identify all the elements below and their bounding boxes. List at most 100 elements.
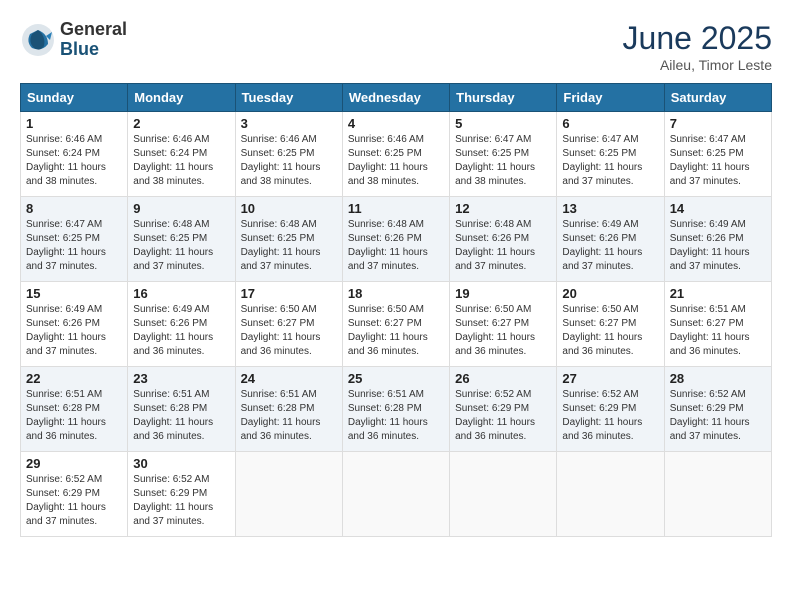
day-info: Sunrise: 6:46 AMSunset: 6:25 PMDaylight:… bbox=[241, 134, 321, 187]
day-number: 3 bbox=[241, 116, 337, 131]
calendar-location: Aileu, Timor Leste bbox=[623, 57, 772, 73]
day-number: 6 bbox=[562, 116, 658, 131]
day-cell: 27Sunrise: 6:52 AMSunset: 6:29 PMDayligh… bbox=[557, 367, 664, 452]
day-info: Sunrise: 6:51 AMSunset: 6:28 PMDaylight:… bbox=[348, 389, 428, 442]
day-number: 12 bbox=[455, 201, 551, 216]
day-cell: 6Sunrise: 6:47 AMSunset: 6:25 PMDaylight… bbox=[557, 112, 664, 197]
week-row-2: 8 Sunrise: 6:47 AMSunset: 6:25 PMDaylight… bbox=[21, 197, 772, 282]
day-number: 22 bbox=[26, 371, 122, 386]
day-info: Sunrise: 6:46 AMSunset: 6:25 PMDaylight:… bbox=[348, 134, 428, 187]
day-cell: 14 Sunrise: 6:49 AMSunset: 6:26 PMDayligh… bbox=[664, 197, 771, 282]
day-number: 28 bbox=[670, 371, 766, 386]
weekday-header-sunday: Sunday bbox=[21, 84, 128, 112]
day-info: Sunrise: 6:52 AMSunset: 6:29 PMDaylight:… bbox=[670, 389, 750, 442]
day-cell: 16 Sunrise: 6:49 AMSunset: 6:26 PMDayligh… bbox=[128, 282, 235, 367]
day-info: Sunrise: 6:49 AMSunset: 6:26 PMDaylight:… bbox=[26, 304, 106, 357]
day-cell: 24 Sunrise: 6:51 AMSunset: 6:28 PMDayligh… bbox=[235, 367, 342, 452]
day-cell bbox=[235, 452, 342, 537]
day-cell: 26 Sunrise: 6:52 AMSunset: 6:29 PMDayligh… bbox=[450, 367, 557, 452]
day-number: 23 bbox=[133, 371, 229, 386]
day-cell: 12 Sunrise: 6:48 AMSunset: 6:26 PMDayligh… bbox=[450, 197, 557, 282]
day-number: 30 bbox=[133, 456, 229, 471]
day-number: 8 bbox=[26, 201, 122, 216]
day-number: 7 bbox=[670, 116, 766, 131]
day-cell bbox=[342, 452, 449, 537]
day-info: Sunrise: 6:48 AMSunset: 6:25 PMDaylight:… bbox=[133, 219, 213, 272]
day-info: Sunrise: 6:52 AMSunset: 6:29 PMDaylight:… bbox=[455, 389, 535, 442]
day-info: Sunrise: 6:46 AMSunset: 6:24 PMDaylight:… bbox=[133, 134, 213, 187]
day-info: Sunrise: 6:51 AMSunset: 6:28 PMDaylight:… bbox=[26, 389, 106, 442]
day-info: Sunrise: 6:50 AMSunset: 6:27 PMDaylight:… bbox=[348, 304, 428, 357]
page-header: General Blue June 2025 Aileu, Timor Lest… bbox=[20, 20, 772, 73]
day-number: 18 bbox=[348, 286, 444, 301]
day-cell: 28 Sunrise: 6:52 AMSunset: 6:29 PMDayligh… bbox=[664, 367, 771, 452]
weekday-header-wednesday: Wednesday bbox=[342, 84, 449, 112]
day-info: Sunrise: 6:47 AMSunset: 6:25 PMDaylight:… bbox=[670, 134, 750, 187]
logo: General Blue bbox=[20, 20, 127, 60]
day-cell: 1 Sunrise: 6:46 AMSunset: 6:24 PMDaylight… bbox=[21, 112, 128, 197]
day-cell: 4Sunrise: 6:46 AMSunset: 6:25 PMDaylight… bbox=[342, 112, 449, 197]
day-info: Sunrise: 6:47 AMSunset: 6:25 PMDaylight:… bbox=[26, 219, 106, 272]
day-number: 15 bbox=[26, 286, 122, 301]
weekday-header-monday: Monday bbox=[128, 84, 235, 112]
day-info: Sunrise: 6:52 AMSunset: 6:29 PMDaylight:… bbox=[133, 474, 213, 527]
day-cell: 20Sunrise: 6:50 AMSunset: 6:27 PMDayligh… bbox=[557, 282, 664, 367]
day-cell: 25 Sunrise: 6:51 AMSunset: 6:28 PMDayligh… bbox=[342, 367, 449, 452]
day-number: 16 bbox=[133, 286, 229, 301]
day-number: 26 bbox=[455, 371, 551, 386]
day-cell: 10Sunrise: 6:48 AMSunset: 6:25 PMDayligh… bbox=[235, 197, 342, 282]
day-info: Sunrise: 6:48 AMSunset: 6:25 PMDaylight:… bbox=[241, 219, 321, 272]
day-cell: 7 Sunrise: 6:47 AMSunset: 6:25 PMDaylight… bbox=[664, 112, 771, 197]
calendar-table: SundayMondayTuesdayWednesdayThursdayFrid… bbox=[20, 83, 772, 537]
weekday-header-saturday: Saturday bbox=[664, 84, 771, 112]
day-cell: 2 Sunrise: 6:46 AMSunset: 6:24 PMDaylight… bbox=[128, 112, 235, 197]
day-number: 29 bbox=[26, 456, 122, 471]
day-number: 20 bbox=[562, 286, 658, 301]
week-row-5: 29 Sunrise: 6:52 AMSunset: 6:29 PMDayligh… bbox=[21, 452, 772, 537]
weekday-header-friday: Friday bbox=[557, 84, 664, 112]
day-number: 1 bbox=[26, 116, 122, 131]
day-number: 19 bbox=[455, 286, 551, 301]
day-info: Sunrise: 6:48 AMSunset: 6:26 PMDaylight:… bbox=[455, 219, 535, 272]
day-number: 21 bbox=[670, 286, 766, 301]
day-cell: 15 Sunrise: 6:49 AMSunset: 6:26 PMDayligh… bbox=[21, 282, 128, 367]
day-info: Sunrise: 6:47 AMSunset: 6:25 PMDaylight:… bbox=[455, 134, 535, 187]
day-number: 9 bbox=[133, 201, 229, 216]
day-number: 14 bbox=[670, 201, 766, 216]
calendar-title: June 2025 bbox=[623, 20, 772, 57]
logo-text: General Blue bbox=[60, 20, 127, 60]
title-block: June 2025 Aileu, Timor Leste bbox=[623, 20, 772, 73]
day-cell: 9 Sunrise: 6:48 AMSunset: 6:25 PMDaylight… bbox=[128, 197, 235, 282]
weekday-header-thursday: Thursday bbox=[450, 84, 557, 112]
day-number: 24 bbox=[241, 371, 337, 386]
day-info: Sunrise: 6:46 AMSunset: 6:24 PMDaylight:… bbox=[26, 134, 106, 187]
day-info: Sunrise: 6:50 AMSunset: 6:27 PMDaylight:… bbox=[241, 304, 321, 357]
day-cell: 22 Sunrise: 6:51 AMSunset: 6:28 PMDayligh… bbox=[21, 367, 128, 452]
day-number: 17 bbox=[241, 286, 337, 301]
day-info: Sunrise: 6:51 AMSunset: 6:28 PMDaylight:… bbox=[241, 389, 321, 442]
day-cell: 17 Sunrise: 6:50 AMSunset: 6:27 PMDayligh… bbox=[235, 282, 342, 367]
day-number: 25 bbox=[348, 371, 444, 386]
day-cell bbox=[664, 452, 771, 537]
weekday-header-tuesday: Tuesday bbox=[235, 84, 342, 112]
day-cell: 13Sunrise: 6:49 AMSunset: 6:26 PMDayligh… bbox=[557, 197, 664, 282]
day-info: Sunrise: 6:52 AMSunset: 6:29 PMDaylight:… bbox=[26, 474, 106, 527]
day-info: Sunrise: 6:51 AMSunset: 6:28 PMDaylight:… bbox=[133, 389, 213, 442]
day-info: Sunrise: 6:49 AMSunset: 6:26 PMDaylight:… bbox=[133, 304, 213, 357]
day-cell bbox=[557, 452, 664, 537]
day-cell: 19 Sunrise: 6:50 AMSunset: 6:27 PMDayligh… bbox=[450, 282, 557, 367]
logo-general: General bbox=[60, 20, 127, 40]
day-cell: 21Sunrise: 6:51 AMSunset: 6:27 PMDayligh… bbox=[664, 282, 771, 367]
day-cell: 30 Sunrise: 6:52 AMSunset: 6:29 PMDayligh… bbox=[128, 452, 235, 537]
day-cell: 3 Sunrise: 6:46 AMSunset: 6:25 PMDaylight… bbox=[235, 112, 342, 197]
day-number: 27 bbox=[562, 371, 658, 386]
weekday-header-row: SundayMondayTuesdayWednesdayThursdayFrid… bbox=[21, 84, 772, 112]
day-number: 11 bbox=[348, 201, 444, 216]
day-cell: 23 Sunrise: 6:51 AMSunset: 6:28 PMDayligh… bbox=[128, 367, 235, 452]
day-info: Sunrise: 6:49 AMSunset: 6:26 PMDaylight:… bbox=[670, 219, 750, 272]
logo-blue: Blue bbox=[60, 40, 127, 60]
day-info: Sunrise: 6:49 AMSunset: 6:26 PMDaylight:… bbox=[562, 219, 642, 272]
week-row-1: 1 Sunrise: 6:46 AMSunset: 6:24 PMDaylight… bbox=[21, 112, 772, 197]
day-number: 2 bbox=[133, 116, 229, 131]
day-info: Sunrise: 6:50 AMSunset: 6:27 PMDaylight:… bbox=[455, 304, 535, 357]
